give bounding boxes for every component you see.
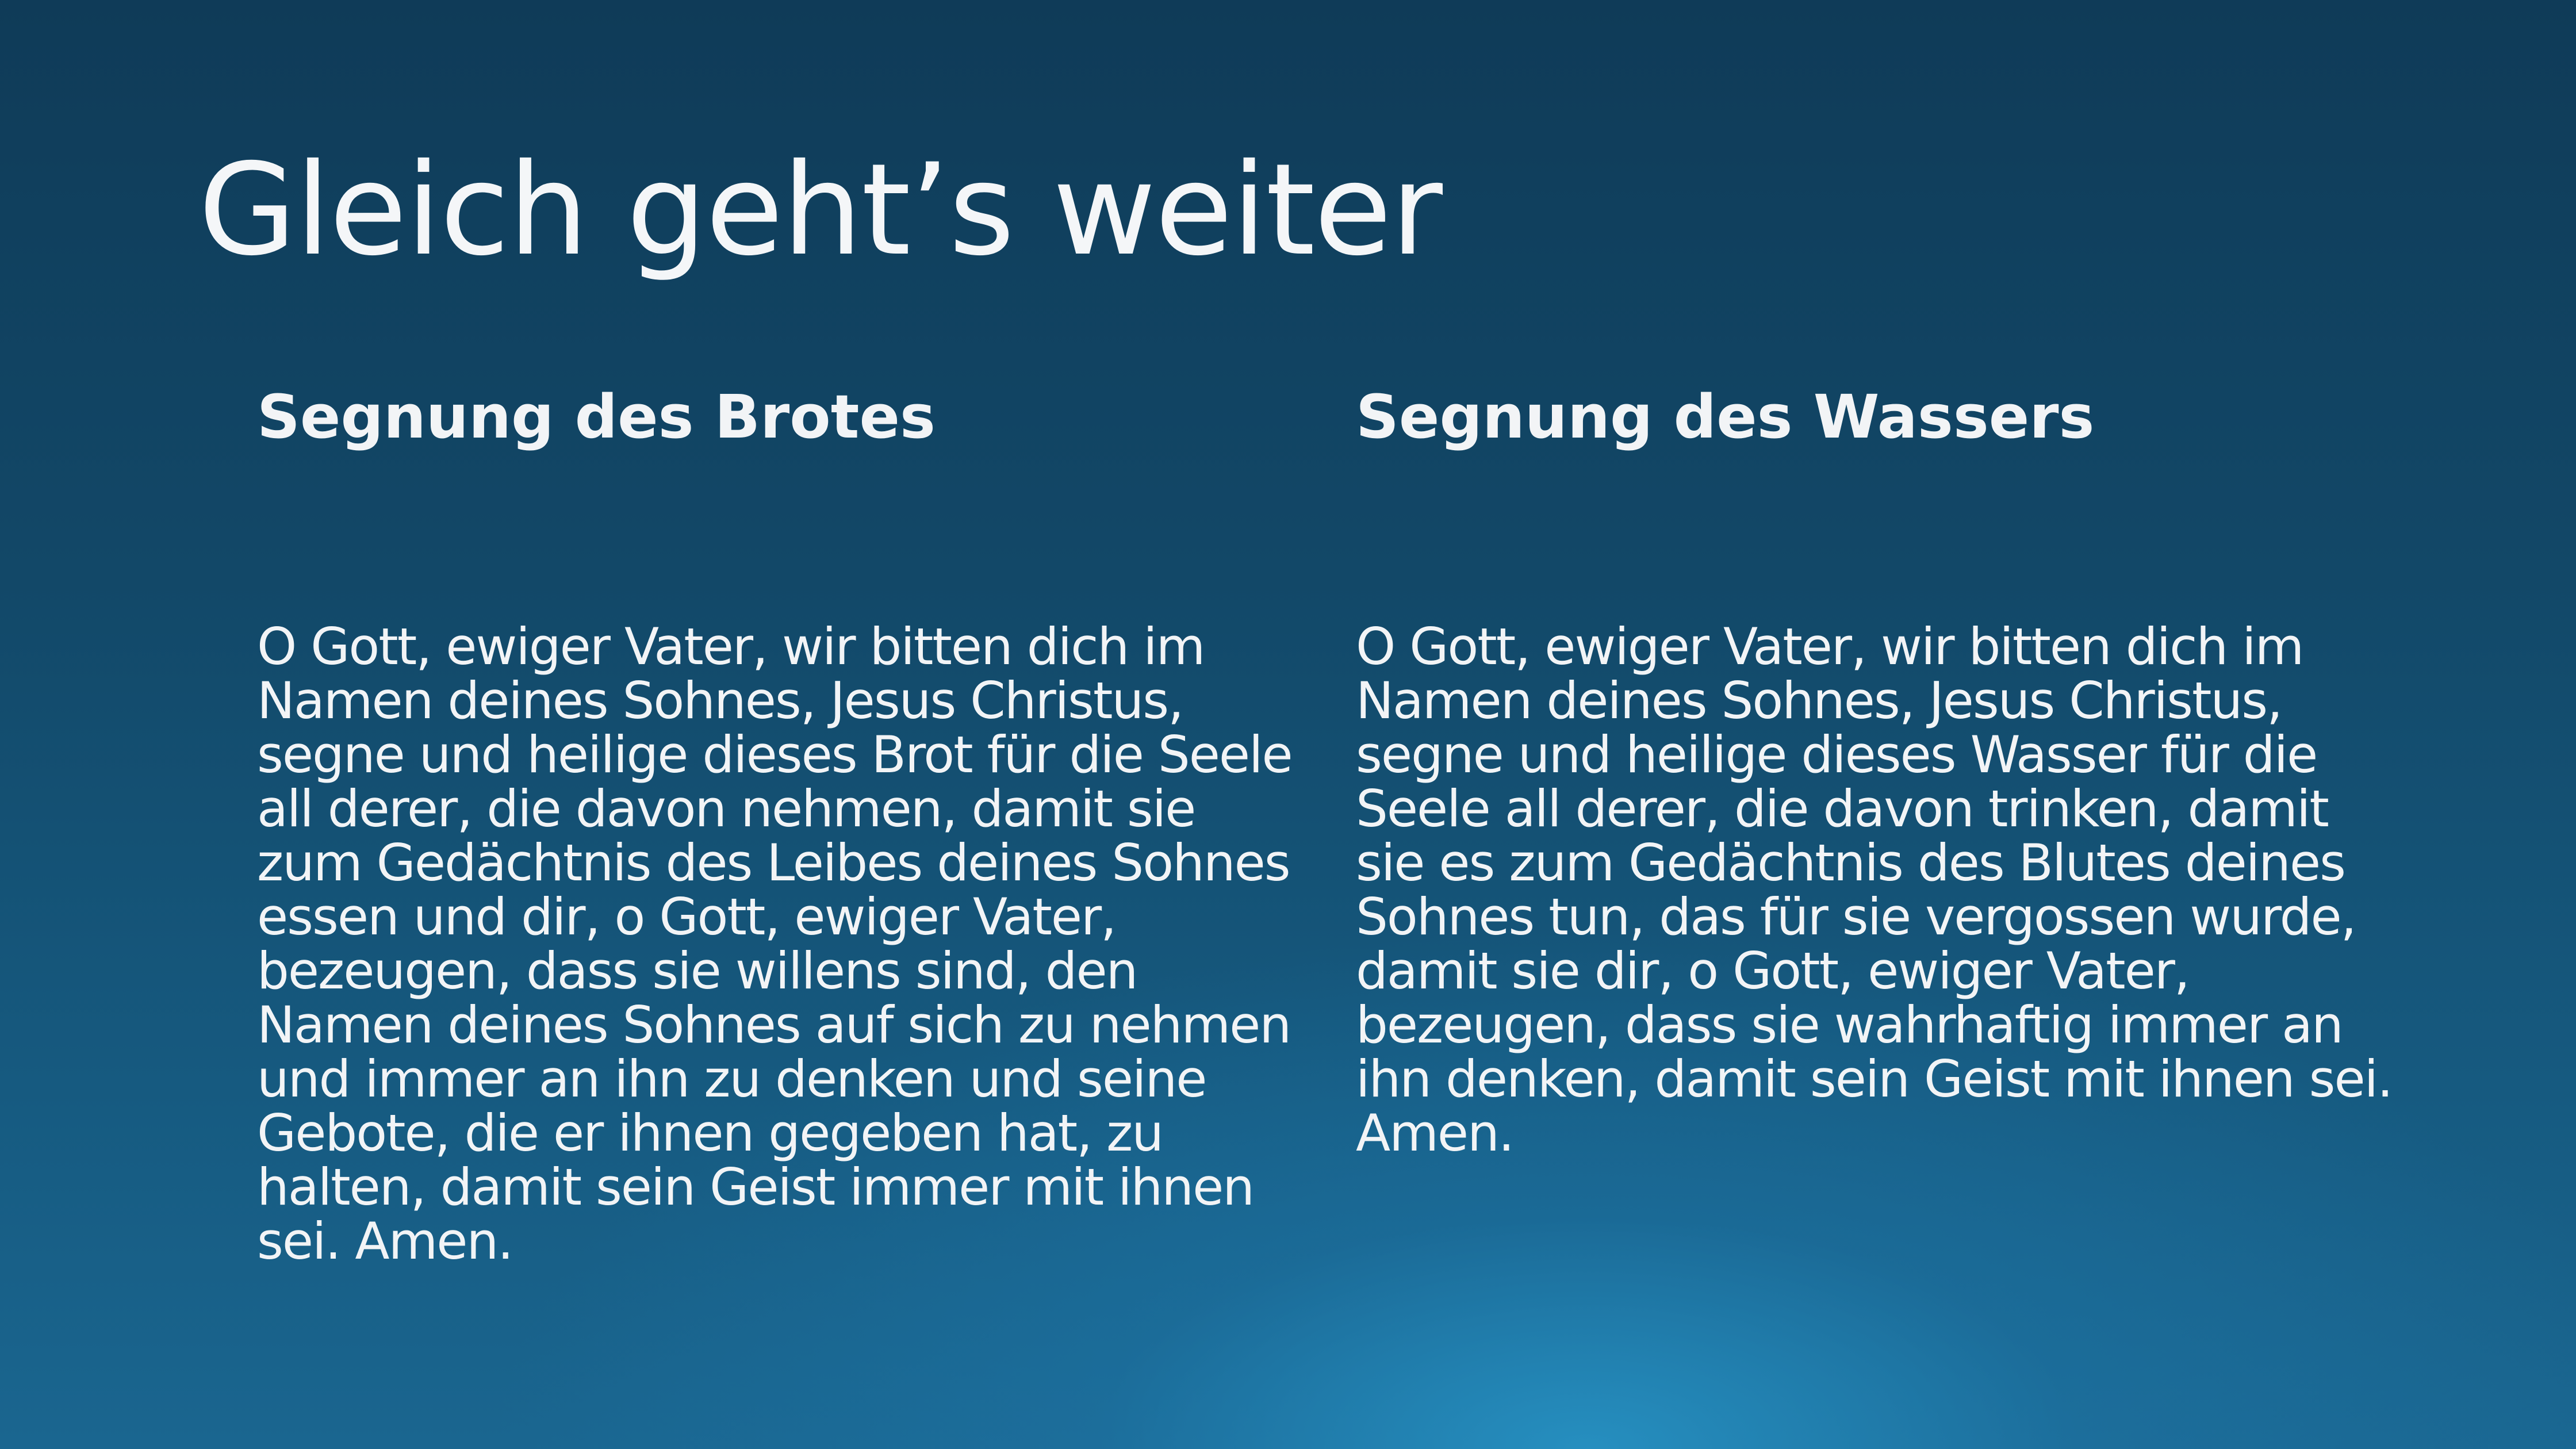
slide-title: Gleich geht’s weiter <box>198 136 1443 283</box>
right-column-heading: Segnung des Wassers <box>1356 382 2095 452</box>
right-column: Segnung des Wassers O Gott, ewiger Vater… <box>1356 374 2402 1160</box>
left-column-heading: Segnung des Brotes <box>257 382 936 452</box>
left-column-body: O Gott, ewiger Vater, wir bitten dich im… <box>257 617 1293 1271</box>
right-column-body: O Gott, ewiger Vater, wir bitten dich im… <box>1356 617 2393 1163</box>
left-column: Segnung des Brotes O Gott, ewiger Vater,… <box>257 374 1304 1268</box>
slide: Gleich geht’s weiter Segnung des Brotes … <box>0 0 2576 1449</box>
